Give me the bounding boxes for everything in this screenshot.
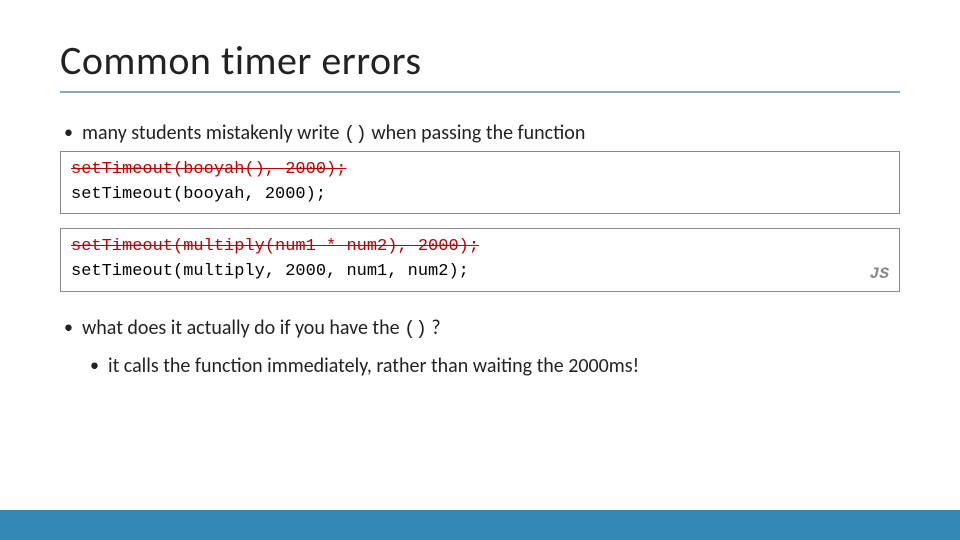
language-badge: JS (870, 263, 889, 286)
bullet-1-text-a: many students mistakenly write (82, 121, 344, 145)
bullet-2-text-a: what does it actually do if you have the (82, 316, 404, 340)
bullet-2-code: () (404, 318, 427, 340)
slide-title: Common timer errors (60, 36, 900, 85)
footer-bar (0, 510, 960, 540)
code-1-wrong: setTimeout(booyah(), 2000); (71, 158, 889, 183)
slide: Common timer errors many students mistak… (0, 0, 960, 540)
bullet-2-text-b: ? (427, 316, 441, 340)
bullet-item-2: what does it actually do if you have the… (60, 316, 900, 340)
bullet-3-text: it calls the function immediately, rathe… (108, 354, 639, 378)
code-box-1: setTimeout(booyah(), 2000); setTimeout(b… (60, 151, 900, 214)
code-box-2: setTimeout(multiply(num1 * num2), 2000);… (60, 228, 900, 291)
bullet-1-code: () (344, 123, 367, 145)
bullet-item-3: it calls the function immediately, rathe… (60, 354, 900, 378)
bullet-list-2: what does it actually do if you have the… (60, 316, 900, 378)
code-1-right: setTimeout(booyah, 2000); (71, 183, 889, 208)
bullet-1-text-b: when passing the function (367, 121, 586, 145)
slide-content: Common timer errors many students mistak… (0, 0, 960, 378)
title-underline (60, 91, 900, 93)
bullet-list: many students mistakenly write () when p… (60, 121, 900, 145)
code-2-wrong: setTimeout(multiply(num1 * num2), 2000); (71, 235, 889, 260)
code-2-right: setTimeout(multiply, 2000, num1, num2); (71, 260, 889, 285)
bullet-item-1: many students mistakenly write () when p… (60, 121, 900, 145)
